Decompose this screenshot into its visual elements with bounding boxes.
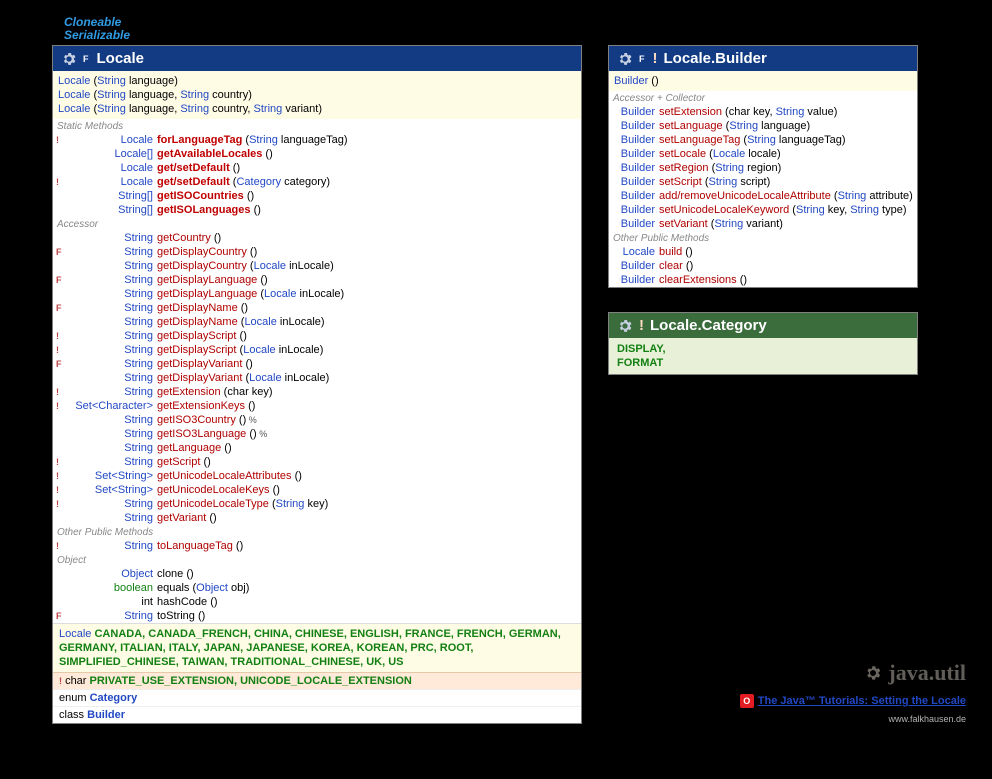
- method-row: ! String getExtension (char key): [53, 385, 581, 399]
- method-row: ! String getDisplayScript (): [53, 329, 581, 343]
- method-row: Builder setLocale (Locale locale): [609, 147, 917, 161]
- method-row: Builder setRegion (String region): [609, 161, 917, 175]
- method-row: Builder setLanguage (String language): [609, 119, 917, 133]
- method-row: String getVariant (): [53, 511, 581, 525]
- method-row: String getDisplayName (Locale inLocale): [53, 315, 581, 329]
- locale-class-box: F Locale Locale (String language)Locale …: [52, 45, 582, 724]
- method-row: Builder setUnicodeLocaleKeyword (String …: [609, 203, 917, 217]
- method-row: String getDisplayLanguage (Locale inLoca…: [53, 287, 581, 301]
- constructor-line: Locale (String language, String country): [58, 88, 576, 102]
- method-row: F String getDisplayVariant (): [53, 357, 581, 371]
- method-row: ! Set<String> getUnicodeLocaleAttributes…: [53, 469, 581, 483]
- gear-icon: [864, 664, 882, 682]
- category-values: DISPLAY,FORMAT: [609, 338, 917, 374]
- method-row: ! String getDisplayScript (Locale inLoca…: [53, 343, 581, 357]
- locale-title: Locale: [97, 50, 145, 67]
- method-row: Builder clearExtensions (): [609, 273, 917, 287]
- method-row: Locale[] getAvailableLocales (): [53, 147, 581, 161]
- method-row: Builder setVariant (String variant): [609, 217, 917, 231]
- method-row: Builder clear (): [609, 259, 917, 273]
- method-row: F String getDisplayCountry (): [53, 245, 581, 259]
- category-header: ! Locale.Category: [609, 313, 917, 338]
- locale-constants-chars: ! char PRIVATE_USE_EXTENSION, UNICODE_LO…: [53, 672, 581, 689]
- method-row: String getISO3Country () %: [53, 413, 581, 427]
- builder-class-box: F ! Locale.Builder Builder () Accessor +…: [608, 45, 918, 288]
- method-row: F String toString (): [53, 609, 581, 623]
- method-row: String getISO3Language () %: [53, 427, 581, 441]
- method-row: ! Locale get/setDefault (Category catego…: [53, 175, 581, 189]
- method-row: int hashCode (): [53, 595, 581, 609]
- tutorial-link[interactable]: OThe Java™ Tutorials: Setting the Locale: [646, 694, 966, 708]
- locale-constructors: Locale (String language)Locale (String l…: [53, 71, 581, 119]
- constructor-line: Locale (String language): [58, 74, 576, 88]
- method-row: ! Locale forLanguageTag (String language…: [53, 133, 581, 147]
- locale-constants: Locale CANADA, CANADA_FRENCH, CHINA, CHI…: [53, 623, 581, 672]
- method-row: Builder add/removeUnicodeLocaleAttribute…: [609, 189, 917, 203]
- method-row: F String getDisplayName (): [53, 301, 581, 315]
- method-row: String[] getISOLanguages (): [53, 203, 581, 217]
- gear-icon: [617, 51, 633, 67]
- builder-constructor: Builder (): [609, 71, 917, 91]
- method-row: String getDisplayVariant (Locale inLocal…: [53, 371, 581, 385]
- method-row: Locale build (): [609, 245, 917, 259]
- category-title: Locale.Category: [650, 317, 767, 334]
- method-row: ! String getUnicodeLocaleType (String ke…: [53, 497, 581, 511]
- oracle-icon: O: [740, 694, 754, 708]
- builder-title: Locale.Builder: [664, 50, 767, 67]
- constructor-line: Locale (String language, String country,…: [58, 102, 576, 116]
- method-row: Builder setLanguageTag (String languageT…: [609, 133, 917, 147]
- gear-icon: [61, 51, 77, 67]
- method-row: Locale get/setDefault (): [53, 161, 581, 175]
- method-row: Object clone (): [53, 567, 581, 581]
- implements-list: Cloneable Serializable: [64, 16, 952, 42]
- method-row: ! String getScript (): [53, 455, 581, 469]
- copyright: www.falkhausen.de: [646, 714, 966, 724]
- method-row: F String getDisplayLanguage (): [53, 273, 581, 287]
- method-row: ! String toLanguageTag (): [53, 539, 581, 553]
- other-methods-title: Other Public Methods: [53, 525, 581, 539]
- static-methods-title: Static Methods: [53, 119, 581, 133]
- method-row: String getDisplayCountry (Locale inLocal…: [53, 259, 581, 273]
- nested-type: class Builder: [53, 706, 581, 723]
- builder-other-title: Other Public Methods: [609, 231, 917, 245]
- method-row: String[] getISOCountries (): [53, 189, 581, 203]
- method-row: String getCountry (): [53, 231, 581, 245]
- method-row: boolean equals (Object obj): [53, 581, 581, 595]
- gear-icon: [617, 318, 633, 334]
- object-title: Object: [53, 553, 581, 567]
- method-row: ! Set<String> getUnicodeLocaleKeys (): [53, 483, 581, 497]
- method-row: Builder setScript (String script): [609, 175, 917, 189]
- method-row: ! Set<Character> getExtensionKeys (): [53, 399, 581, 413]
- constructor-line: Builder (): [614, 74, 912, 88]
- package-title: java.util: [646, 660, 966, 686]
- category-enum-box: ! Locale.Category DISPLAY,FORMAT: [608, 312, 918, 375]
- locale-header: F Locale: [53, 46, 581, 71]
- accessor-title: Accessor: [53, 217, 581, 231]
- builder-accessor-title: Accessor + Collector: [609, 91, 917, 105]
- method-row: Builder setExtension (char key, String v…: [609, 105, 917, 119]
- method-row: String getLanguage (): [53, 441, 581, 455]
- builder-header: F ! Locale.Builder: [609, 46, 917, 71]
- nested-type: enum Category: [53, 689, 581, 706]
